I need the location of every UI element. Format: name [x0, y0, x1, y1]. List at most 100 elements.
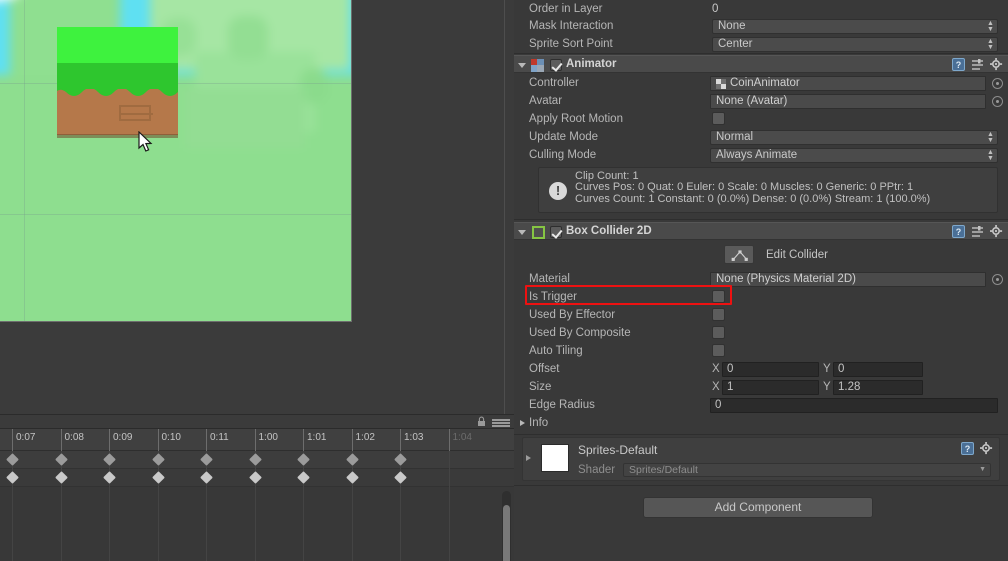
row-controller[interactable]: Controller CoinAnimator — [514, 74, 1008, 92]
timeline-tick-label: 0:07 — [16, 432, 35, 443]
chevron-right-icon[interactable] — [520, 420, 525, 426]
row-collider-material[interactable]: Material None (Physics Material 2D) — [514, 270, 1008, 288]
row-used-by-effector[interactable]: Used By Effector — [514, 306, 1008, 324]
sprite-brick-detail — [119, 105, 151, 121]
row-used-by-composite[interactable]: Used By Composite — [514, 324, 1008, 342]
section-separator — [514, 434, 1008, 435]
box-collider-2d-component-header[interactable]: Box Collider 2D ? — [514, 222, 1008, 240]
row-order-in-layer[interactable]: Order in Layer 0 — [514, 0, 1008, 18]
chevron-down-icon[interactable] — [518, 63, 526, 68]
panel-divider-vertical[interactable] — [504, 0, 505, 415]
offset-y-input[interactable]: 0 — [833, 362, 923, 377]
selected-sprite-tile[interactable] — [57, 27, 178, 135]
timeline-gridline — [12, 451, 13, 561]
animator-enabled-checkbox[interactable] — [550, 59, 562, 71]
used-by-composite-label: Used By Composite — [529, 327, 631, 339]
sprite-sort-point-value: Center — [718, 38, 753, 50]
help-icon[interactable]: ? — [952, 225, 965, 238]
collider-material-picker-icon[interactable] — [992, 274, 1003, 285]
chevron-down-icon[interactable] — [518, 230, 526, 235]
timeline-tick-label: 1:01 — [307, 432, 326, 443]
order-in-layer-label: Order in Layer — [529, 3, 603, 15]
row-edge-radius[interactable]: Edge Radius 0 — [514, 396, 1008, 414]
add-component-button[interactable]: Add Component — [643, 497, 873, 518]
culling-mode-label: Culling Mode — [529, 149, 596, 161]
sprite-grass-highlight — [57, 27, 178, 65]
row-culling-mode[interactable]: Culling Mode Always Animate ▲▼ — [514, 146, 1008, 164]
row-offset[interactable]: Offset X 0 Y 0 — [514, 360, 1008, 378]
row-update-mode[interactable]: Update Mode Normal ▲▼ — [514, 128, 1008, 146]
scene-view[interactable] — [0, 0, 351, 321]
timeline-tick-label: 1:00 — [259, 432, 278, 443]
offset-x-axis-label: X — [712, 363, 720, 375]
order-in-layer-value[interactable]: 0 — [712, 2, 998, 16]
is-trigger-checkbox[interactable] — [712, 290, 725, 303]
used-by-composite-checkbox[interactable] — [712, 326, 725, 339]
lock-icon[interactable] — [476, 416, 487, 427]
edit-collider-button[interactable] — [724, 245, 754, 264]
bush-right — [185, 88, 305, 148]
controller-picker-icon[interactable] — [992, 78, 1003, 89]
used-by-effector-checkbox[interactable] — [712, 308, 725, 321]
scene-grid-line-horizontal — [0, 214, 351, 215]
avatar-value: None (Avatar) — [716, 95, 787, 108]
row-apply-root-motion[interactable]: Apply Root Motion — [514, 110, 1008, 128]
sprite-sort-point-dropdown[interactable]: Center ▲▼ — [712, 37, 998, 52]
timeline-tick — [255, 429, 256, 451]
scene-grid-line-vertical — [24, 0, 25, 321]
gear-icon[interactable] — [980, 442, 993, 455]
material-block: Sprites-Default Shader Sprites/Default ▼… — [522, 437, 1000, 481]
shader-dropdown[interactable]: Sprites/Default ▼ — [623, 463, 991, 477]
row-is-trigger[interactable]: Is Trigger — [514, 288, 1008, 306]
collider-material-label: Material — [529, 273, 570, 285]
row-sprite-sort-point[interactable]: Sprite Sort Point Center ▲▼ — [514, 35, 1008, 53]
help-icon[interactable]: ? — [961, 442, 974, 455]
size-label: Size — [529, 381, 551, 393]
size-y-input[interactable]: 1.28 — [833, 380, 923, 395]
timeline-tick-label: 1:04 — [453, 432, 472, 443]
shader-label: Shader — [578, 464, 615, 476]
row-mask-interaction[interactable]: Mask Interaction None ▲▼ — [514, 17, 1008, 35]
timeline-gridline — [400, 451, 401, 561]
culling-mode-dropdown[interactable]: Always Animate ▲▼ — [710, 148, 998, 163]
row-info-foldout[interactable]: Info — [514, 414, 1008, 432]
help-icon[interactable]: ? — [952, 58, 965, 71]
timeline-gridline — [109, 451, 110, 561]
preset-icon[interactable] — [971, 58, 984, 71]
update-mode-dropdown[interactable]: Normal ▲▼ — [710, 130, 998, 145]
timeline-toolbar — [0, 415, 514, 429]
collider-material-value: None (Physics Material 2D) — [716, 273, 856, 286]
gear-icon[interactable] — [990, 225, 1003, 238]
chevron-right-icon[interactable] — [526, 455, 531, 461]
avatar-object-field[interactable]: None (Avatar) — [710, 94, 986, 109]
timeline-tick-label: 1:02 — [356, 432, 375, 443]
gear-icon[interactable] — [990, 58, 1003, 71]
controller-value: CoinAnimator — [730, 77, 800, 90]
controller-label: Controller — [529, 77, 579, 89]
timeline-vertical-scrollbar[interactable] — [502, 491, 511, 561]
size-y-axis-label: Y — [823, 381, 831, 393]
auto-tiling-checkbox[interactable] — [712, 344, 725, 357]
offset-x-input[interactable]: 0 — [722, 362, 819, 377]
animator-header-icons: ? — [952, 58, 1003, 71]
avatar-picker-icon[interactable] — [992, 96, 1003, 107]
mask-interaction-label: Mask Interaction — [529, 20, 613, 32]
preset-icon[interactable] — [971, 225, 984, 238]
box-collider-enabled-checkbox[interactable] — [550, 226, 562, 238]
collider-material-object-field[interactable]: None (Physics Material 2D) — [710, 272, 986, 287]
animator-info-text: Clip Count: 1 Curves Pos: 0 Quat: 0 Eule… — [575, 171, 991, 205]
size-x-input[interactable]: 1 — [722, 380, 819, 395]
controller-object-field[interactable]: CoinAnimator — [710, 76, 986, 91]
chevron-updown-icon: ▲▼ — [987, 21, 994, 32]
row-avatar[interactable]: Avatar None (Avatar) — [514, 92, 1008, 110]
apply-root-motion-checkbox[interactable] — [712, 112, 725, 125]
hamburger-menu-icon[interactable] — [492, 419, 510, 427]
animator-component-header[interactable]: Animator ? — [514, 55, 1008, 73]
row-size[interactable]: Size X 1 Y 1.28 — [514, 378, 1008, 396]
edit-collider-icon — [730, 249, 750, 262]
timeline-keyframe-area[interactable] — [0, 451, 514, 561]
edge-radius-input[interactable]: 0 — [710, 398, 998, 413]
material-preview-swatch[interactable] — [541, 444, 569, 472]
mask-interaction-dropdown[interactable]: None ▲▼ — [712, 19, 998, 34]
row-auto-tiling[interactable]: Auto Tiling — [514, 342, 1008, 360]
